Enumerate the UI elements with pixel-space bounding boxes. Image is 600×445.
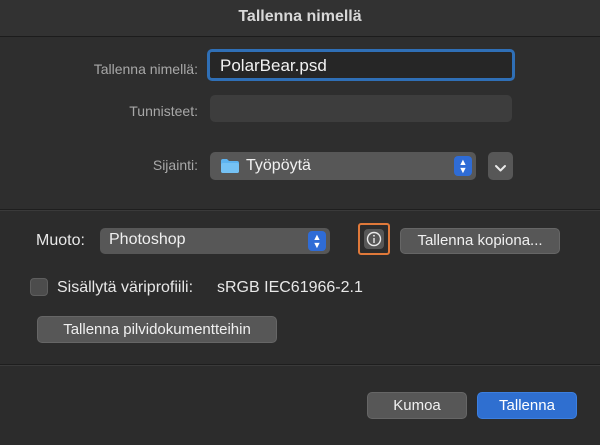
save-as-copy-button[interactable]: Tallenna kopiona...: [400, 228, 560, 254]
filename-input[interactable]: PolarBear.psd: [207, 49, 515, 81]
expand-browser-button[interactable]: [488, 152, 513, 180]
separator-bottom: [0, 364, 600, 365]
location-value: Työpöytä: [246, 157, 311, 174]
info-highlight: [358, 223, 390, 255]
chevron-down-icon: [494, 160, 507, 178]
format-stepper-icon: ▲ ▼: [308, 231, 326, 251]
title-bar: Tallenna nimellä: [0, 0, 600, 37]
location-popup[interactable]: Työpöytä ▲ ▼: [210, 152, 476, 180]
color-profile-value: sRGB IEC61966-2.1: [217, 279, 363, 296]
tags-label: Tunnisteet:: [129, 103, 198, 119]
save-to-cloud-button[interactable]: Tallenna pilvidokumentteihin: [37, 316, 277, 343]
color-profile-checkbox[interactable]: [30, 278, 48, 296]
folder-icon: [220, 158, 240, 179]
info-button[interactable]: [364, 229, 384, 249]
color-profile-label: Sisällytä väriprofiili:: [57, 279, 194, 296]
save-as-dialog: Tallenna nimellä Tallenna nimellä: Polar…: [0, 0, 600, 445]
format-popup[interactable]: Photoshop ▲ ▼: [100, 228, 330, 254]
format-label: Muoto:: [36, 232, 85, 249]
tags-input[interactable]: [210, 95, 512, 122]
filename-value: PolarBear.psd: [220, 56, 327, 75]
dialog-title: Tallenna nimellä: [238, 8, 362, 25]
file-section: Tallenna nimellä: PolarBear.psd Tunniste…: [0, 37, 600, 209]
format-value: Photoshop: [109, 231, 186, 248]
save-button[interactable]: Tallenna: [477, 392, 577, 419]
cancel-button[interactable]: Kumoa: [367, 392, 467, 419]
separator-top: [0, 209, 600, 210]
location-stepper-icon: ▲ ▼: [454, 156, 472, 176]
filename-label: Tallenna nimellä:: [93, 61, 198, 77]
location-label: Sijainti:: [152, 157, 198, 173]
